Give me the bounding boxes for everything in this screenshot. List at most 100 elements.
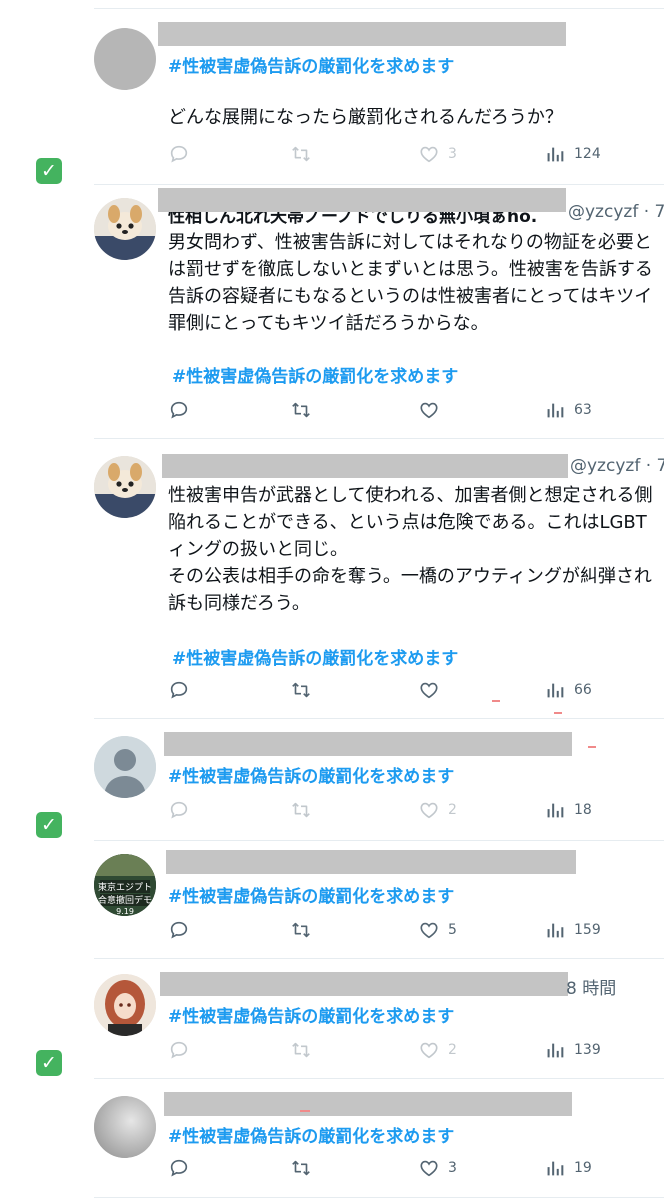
tweet-text-line: 陥れることができる、という点は危険である。これはLGBT [168, 512, 647, 533]
tweet-4[interactable]: #性被害虚偽告訴の厳罰化を求めます 2 18 ✓ [0, 720, 664, 838]
redacted-username [164, 1092, 572, 1116]
views-button[interactable]: 63 [544, 398, 592, 422]
tweet-text-line: どんな展開になったら厳罰化されるんだろうか？ [168, 107, 563, 128]
views-icon [544, 919, 566, 941]
stray-mark [492, 700, 500, 702]
action-bar: 5 159 [168, 918, 664, 942]
tweet-text-line: 性被害申告が武器として使われる、加害者側と想定される側 [168, 485, 653, 506]
avatar-text: 東京エジプト [98, 881, 152, 893]
tweet-text-line: 告訴の容疑者にもなるというのは性被害者にとってはキツイ [168, 286, 653, 307]
views-button[interactable]: 159 [544, 918, 601, 942]
redacted-username [158, 188, 566, 212]
like-icon [418, 1157, 440, 1179]
reply-button[interactable] [168, 678, 190, 702]
redacted-username [162, 454, 568, 478]
views-count: 159 [574, 922, 601, 938]
action-bar: 3 19 [168, 1156, 664, 1180]
views-button[interactable]: 19 [544, 1156, 592, 1180]
redacted-username [160, 972, 568, 996]
tweet-5[interactable]: 東京エジプト 合意撤回デモ 9.19 #性被害虚偽告訴の厳罰化を求めます 5 1… [0, 842, 664, 958]
reply-icon [168, 919, 190, 941]
views-icon [544, 799, 566, 821]
like-button[interactable]: 5 [418, 918, 457, 942]
views-count: 63 [574, 402, 592, 418]
hashtag-link[interactable]: #性被害虚偽告訴の厳罰化を求めます [168, 52, 454, 77]
avatar-text: 合意撤回デモ [98, 894, 152, 906]
avatar-text: 9.19 [116, 907, 134, 916]
views-icon [544, 1039, 566, 1061]
retweet-button[interactable] [290, 398, 312, 422]
avatar[interactable] [94, 198, 156, 260]
redacted-username [164, 732, 572, 756]
views-icon [544, 679, 566, 701]
tweet-text-line: ィングの扱いと同じ。 [168, 539, 348, 560]
hashtag-link[interactable]: #性被害虚偽告訴の厳罰化を求めます [168, 762, 454, 787]
views-icon [544, 1157, 566, 1179]
like-count: 5 [448, 922, 457, 938]
handle-and-time[interactable]: @yzcyzf · 7 [568, 202, 664, 222]
retweet-icon [290, 399, 312, 421]
tweet-3[interactable]: @yzcyzf · 7 性被害申告が武器として使われる、加害者側と想定される側 … [0, 440, 664, 718]
tweet-text-line: 男女問わず、性被害告訴に対してはそれなりの物証を必要と [168, 232, 652, 253]
divider [94, 718, 664, 719]
tweet-6[interactable]: 8 時間 #性被害虚偽告訴の厳罰化を求めます 2 139 ✓ [0, 960, 664, 1078]
hashtag-link[interactable]: #性被害虚偽告訴の厳罰化を求めます [172, 644, 458, 669]
avatar[interactable] [94, 736, 156, 798]
action-bar: 66 [168, 678, 664, 702]
action-bar: 63 [168, 398, 664, 422]
action-bar-views: 18 [168, 798, 664, 822]
views-count: 18 [574, 802, 592, 818]
avatar[interactable] [94, 456, 156, 518]
views-icon [544, 399, 566, 421]
hashtag-link[interactable]: #性被害虚偽告訴の厳罰化を求めます [172, 362, 458, 387]
views-button[interactable]: 18 [544, 798, 592, 822]
avatar[interactable] [94, 1096, 156, 1158]
reply-icon [168, 399, 190, 421]
action-bar-views: 124 [168, 142, 664, 166]
tweet-2[interactable]: 性相しん北れ天帯ノーノドでしりる無小頃ぁho. @yzcyzf · 7 男女問わ… [0, 186, 664, 438]
timestamp[interactable]: 8 時間 [566, 974, 616, 999]
like-button[interactable] [418, 678, 448, 702]
stray-mark [554, 712, 562, 714]
avatar[interactable] [94, 974, 156, 1036]
avatar[interactable] [94, 28, 156, 90]
retweet-icon [290, 919, 312, 941]
retweet-button[interactable] [290, 918, 312, 942]
views-icon [544, 143, 566, 165]
tweet-text-line: 訴も同様だろう。 [168, 593, 310, 614]
like-icon [418, 679, 440, 701]
retweet-icon [290, 679, 312, 701]
retweet-button[interactable] [290, 678, 312, 702]
check-icon: ✓ [36, 158, 62, 184]
reply-button[interactable] [168, 398, 190, 422]
tweet-7[interactable]: #性被害虚偽告訴の厳罰化を求めます 3 19 [0, 1080, 664, 1200]
views-button[interactable]: 139 [544, 1038, 601, 1062]
views-count: 19 [574, 1160, 592, 1176]
stray-mark [588, 746, 596, 748]
hashtag-link[interactable]: #性被害虚偽告訴の厳罰化を求めます [168, 1122, 454, 1147]
handle-and-time[interactable]: @yzcyzf · 7 [570, 456, 664, 476]
views-button[interactable]: 124 [544, 142, 601, 166]
reply-button[interactable] [168, 918, 190, 942]
redacted-username [166, 850, 576, 874]
hashtag-link[interactable]: #性被害虚偽告訴の厳罰化を求めます [168, 1002, 454, 1027]
reply-button[interactable] [168, 1156, 190, 1180]
tweet-text-line: その公表は相手の命を奪う。一橋のアウティングが糾弾され [168, 566, 652, 587]
action-bar-views: 139 [168, 1038, 664, 1062]
tweet-1[interactable]: #性被害虚偽告訴の厳罰化を求めます どんな展開になったら厳罰化されるんだろうか？… [0, 0, 664, 184]
views-button[interactable]: 66 [544, 678, 592, 702]
divider [94, 958, 664, 959]
hashtag-link[interactable]: #性被害虚偽告訴の厳罰化を求めます [168, 882, 454, 907]
check-icon: ✓ [36, 812, 62, 838]
retweet-icon [290, 1157, 312, 1179]
divider [94, 438, 664, 439]
like-button[interactable]: 3 [418, 1156, 457, 1180]
stray-mark [300, 1110, 310, 1112]
check-icon: ✓ [36, 1050, 62, 1076]
like-button[interactable] [418, 398, 448, 422]
retweet-button[interactable] [290, 1156, 312, 1180]
views-count: 139 [574, 1042, 601, 1058]
like-icon [418, 399, 440, 421]
divider [94, 1197, 664, 1198]
avatar[interactable]: 東京エジプト 合意撤回デモ 9.19 [94, 854, 156, 916]
